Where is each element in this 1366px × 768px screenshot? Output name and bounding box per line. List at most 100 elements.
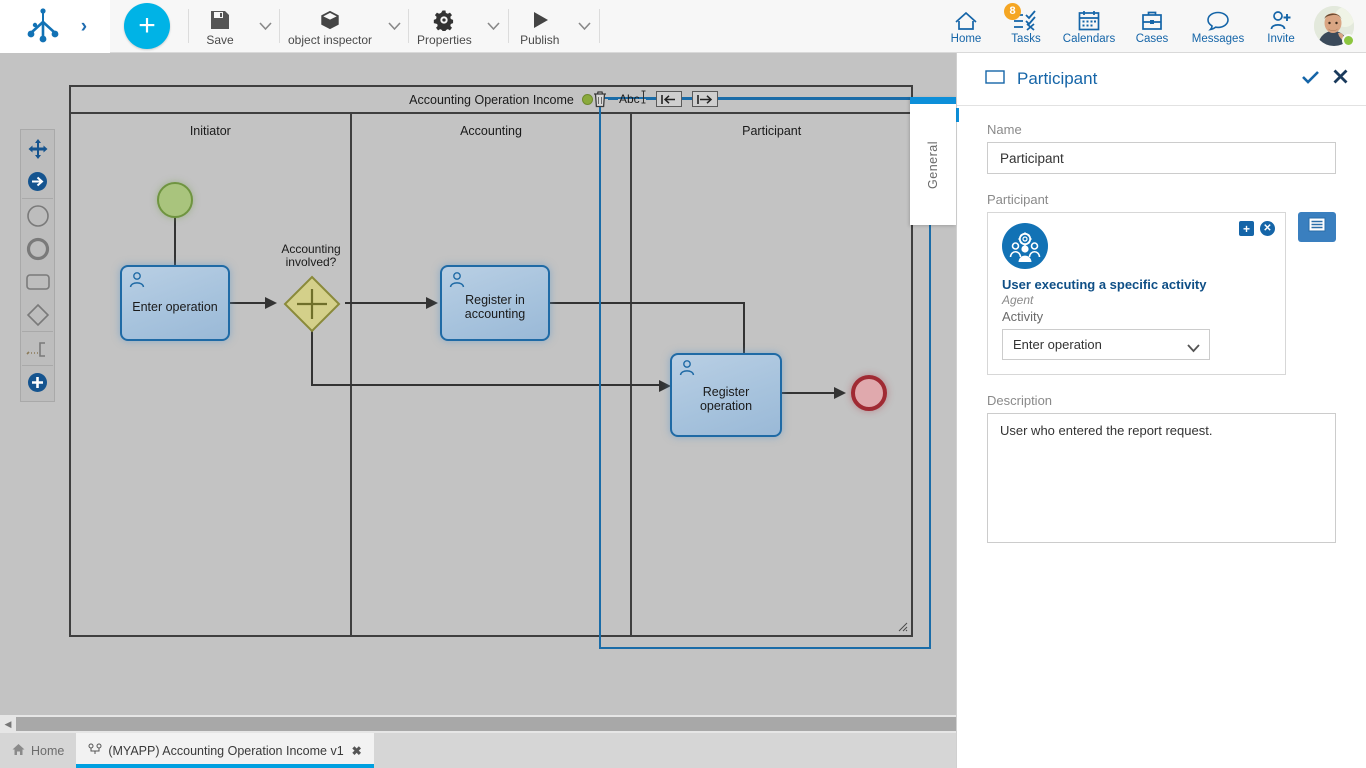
flow-task2-to-task3-h	[550, 302, 744, 304]
list-view-icon	[1308, 217, 1326, 237]
gateway-label: Accounting involved?	[256, 243, 366, 269]
nav-messages[interactable]: Messages	[1182, 0, 1254, 53]
sequence-flow-icon[interactable]	[21, 165, 54, 198]
gateway-parallel[interactable]	[283, 275, 341, 333]
flow-task3-to-end	[782, 392, 840, 394]
nav-home-label: Home	[951, 33, 982, 45]
task-enter-operation[interactable]: Enter operation	[120, 265, 230, 341]
check-icon[interactable]	[1292, 68, 1329, 90]
task-register-in-accounting[interactable]: Register in accounting	[440, 265, 550, 341]
publish-label: Publish	[520, 34, 559, 47]
user-task-icon	[128, 271, 146, 292]
task-register-accounting-label-1: Register in	[465, 293, 525, 307]
close-icon[interactable]: ✖	[352, 744, 362, 758]
chevron-down-icon	[259, 22, 272, 31]
lane-accounting-label: Accounting	[352, 124, 631, 138]
name-input[interactable]	[987, 142, 1336, 174]
list-view-button[interactable]	[1298, 212, 1336, 242]
arrowhead-gateway-task2	[425, 296, 439, 310]
start-event[interactable]	[157, 182, 193, 218]
avatar[interactable]	[1314, 6, 1354, 46]
participant-group-icon	[1002, 223, 1048, 269]
trash-icon[interactable]	[592, 90, 608, 108]
arrowhead-task3-end	[833, 386, 847, 400]
bpmn-pool[interactable]: Accounting Operation Income Initiator Ac…	[69, 85, 913, 637]
tab-general-label: General	[926, 141, 940, 189]
lane-initiator[interactable]: Initiator	[71, 114, 352, 635]
description-textarea[interactable]	[987, 413, 1336, 543]
publish-dropdown-button[interactable]	[571, 0, 599, 53]
move-left-icon[interactable]	[656, 91, 682, 107]
remove-icon[interactable]: ✕	[1260, 221, 1275, 236]
lane-resize-grip[interactable]	[898, 622, 908, 632]
lane-icon	[985, 70, 1005, 89]
nav-calendars-label: Calendars	[1063, 33, 1115, 45]
activity-select[interactable]: Enter operation	[1002, 329, 1210, 360]
nav-home[interactable]: Home	[936, 0, 996, 53]
panel-body: Name Participant + ✕	[957, 106, 1366, 548]
nav-tasks-label: Tasks	[1011, 33, 1040, 45]
annotation-icon[interactable]	[21, 332, 54, 365]
save-button[interactable]: Save	[189, 0, 251, 53]
nav-calendars[interactable]: Calendars	[1056, 0, 1122, 53]
save-dropdown-button[interactable]	[251, 0, 279, 53]
end-event[interactable]	[851, 375, 887, 411]
app-logo-icon[interactable]	[23, 7, 63, 47]
object-inspector-button[interactable]: object inspector	[280, 0, 380, 53]
close-icon[interactable]	[1329, 68, 1352, 90]
add-button[interactable]: +	[124, 3, 170, 49]
tab-home[interactable]: Home	[0, 733, 76, 768]
rename-lane-label[interactable]: Abc	[618, 92, 641, 106]
gateway-icon[interactable]	[21, 298, 54, 331]
properties-button[interactable]: Properties	[409, 0, 480, 53]
add-icon[interactable]: +	[1239, 221, 1254, 236]
name-label: Name	[987, 122, 1336, 137]
nav-messages-label: Messages	[1192, 33, 1244, 45]
object-inspector-label: object inspector	[288, 34, 372, 47]
task-enter-operation-label: Enter operation	[132, 300, 217, 314]
chevron-down-icon	[487, 22, 500, 31]
participant-label: Participant	[987, 192, 1336, 207]
task-register-operation[interactable]: Register operation	[670, 353, 782, 437]
task-icon[interactable]	[21, 265, 54, 298]
activity-select-wrap: Enter operation	[1002, 329, 1210, 360]
lane-participant-label: Participant	[632, 124, 911, 138]
calendar-icon	[1078, 7, 1100, 31]
bottom-tabstrip: Home (MYAPP) Accounting Operation Income…	[0, 733, 956, 768]
nav-cases[interactable]: Cases	[1122, 0, 1182, 53]
tab-general[interactable]: General	[910, 97, 956, 225]
panel-title: Participant	[1017, 69, 1292, 89]
nav-tasks[interactable]: 8 Tasks	[996, 0, 1056, 53]
tab-process-document[interactable]: (MYAPP) Accounting Operation Income v1 ✖	[76, 733, 373, 768]
mini-toolbar-line	[682, 98, 692, 100]
chevron-down-icon	[578, 22, 591, 31]
play-icon	[529, 8, 551, 33]
diagram-canvas[interactable]: Accounting Operation Income Initiator Ac…	[0, 53, 956, 715]
mini-toolbar-line	[646, 98, 656, 100]
add-element-icon[interactable]	[21, 366, 54, 399]
lane-accounting[interactable]: Accounting	[352, 114, 633, 635]
process-icon	[88, 743, 102, 759]
end-event-icon[interactable]	[21, 232, 54, 265]
scrollbar-thumb[interactable]	[16, 717, 956, 731]
gear-icon	[433, 8, 455, 33]
toolbar-actions: + Save object inspector Properties	[110, 0, 936, 52]
nav-invite-label: Invite	[1267, 33, 1295, 45]
move-tool-icon[interactable]	[21, 132, 54, 165]
expand-sidebar-icon[interactable]: ›	[81, 17, 87, 36]
home-icon	[12, 743, 25, 759]
move-right-icon[interactable]	[692, 91, 718, 107]
card-actions: + ✕	[1239, 221, 1275, 236]
briefcase-icon	[1141, 7, 1163, 31]
horizontal-scrollbar[interactable]: ◀	[0, 715, 956, 733]
properties-dropdown-button[interactable]	[480, 0, 508, 53]
nav-invite[interactable]: Invite	[1254, 0, 1308, 53]
activity-label: Activity	[1002, 309, 1271, 324]
publish-button[interactable]: Publish	[509, 0, 571, 53]
start-event-icon[interactable]	[21, 199, 54, 232]
agent-role: Agent	[1002, 293, 1271, 307]
object-inspector-dropdown-button[interactable]	[380, 0, 408, 53]
tab-home-label: Home	[31, 744, 64, 758]
scroll-left-icon[interactable]: ◀	[0, 715, 16, 733]
cube-icon	[319, 8, 341, 33]
